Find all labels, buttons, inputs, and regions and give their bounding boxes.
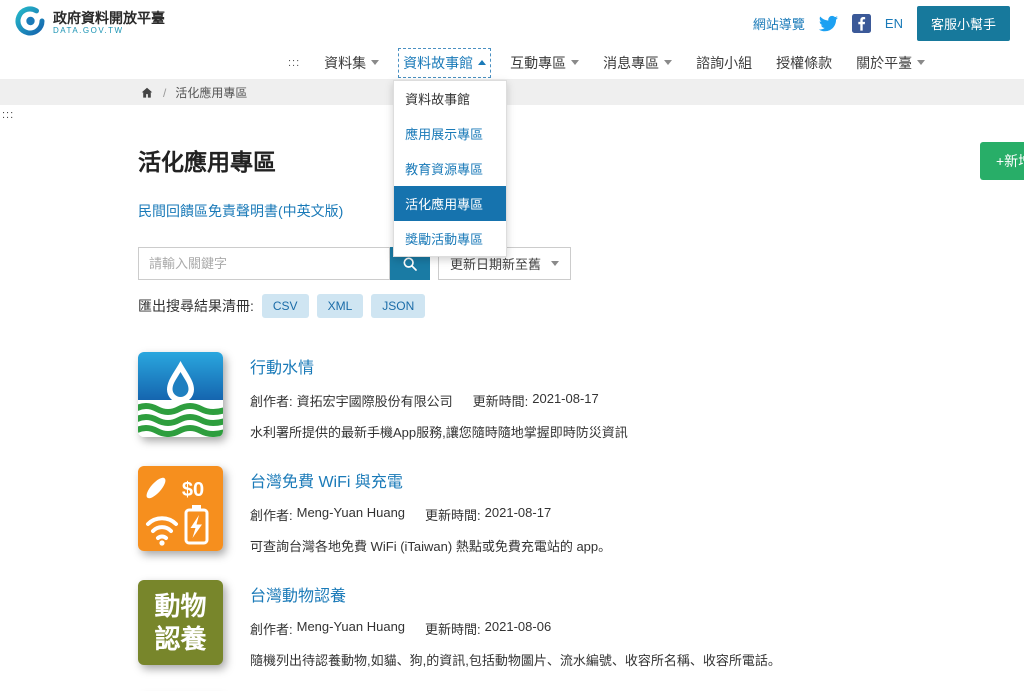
export-csv-button[interactable]: CSV	[261, 294, 309, 318]
site-logo[interactable]: 政府資料開放平臺 DATA.GOV.TW	[14, 5, 165, 42]
export-json-button[interactable]: JSON	[371, 294, 426, 318]
chevron-down-icon	[571, 60, 580, 65]
main-nav: ::: 資料集 資料故事館 資料故事館 應用展示專區 教育資源專區 活化應用專區…	[0, 46, 1024, 257]
data-stories-dropdown: 資料故事館 應用展示專區 教育資源專區 活化應用專區 獎勵活動專區	[393, 79, 508, 257]
logo-subtitle: DATA.GOV.TW	[53, 26, 124, 36]
nav-item-advisory[interactable]: 諮詢小組	[696, 53, 752, 73]
chevron-down-icon	[664, 60, 673, 65]
dropdown-item-education[interactable]: 教育資源專區	[394, 151, 506, 186]
app-description: 水利署所提供的最新手機App服務,讓您隨時隨地掌握即時防災資訊	[250, 425, 628, 440]
nav-item-news[interactable]: 消息專區	[603, 53, 673, 73]
app-meta: 創作者: Meng-Yuan Huang 更新時間: 2021-08-06	[250, 619, 552, 637]
export-xml-button[interactable]: XML	[316, 294, 364, 318]
export-label: 匯出搜尋結果清冊:	[138, 298, 254, 314]
nav-item-datasets[interactable]: 資料集	[324, 53, 380, 73]
app-description: 隨機列出待認養動物,如貓、狗,的資訊,包括動物圖片、流水編號、收容所名稱、收容所…	[250, 653, 781, 668]
dropdown-item-rewards[interactable]: 獎勵活動專區	[394, 221, 506, 256]
facebook-icon[interactable]	[851, 13, 871, 33]
app-list: 行動水情 創作者: 資拓宏宇國際股份有限公司 更新時間: 2021-08-17 水利…	[138, 352, 1024, 691]
breadcrumb: / 活化應用專區	[0, 80, 1024, 105]
water-drop-app-icon[interactable]	[138, 352, 223, 437]
search-input[interactable]	[138, 247, 390, 280]
main-content: 活化應用專區 民間回饋區免責聲明書(中英文版) 更新日期新至舊 匯出搜尋結果清冊…	[0, 143, 1024, 691]
logo-swirl-icon	[14, 5, 46, 42]
app-meta: 創作者: 資拓宏宇國際股份有限公司 更新時間: 2021-08-17	[250, 391, 599, 409]
free-wifi-app-icon[interactable]: $0	[138, 466, 223, 551]
twitter-icon[interactable]	[818, 14, 838, 33]
logo-title: 政府資料開放平臺	[53, 10, 165, 27]
animal-adoption-app-icon[interactable]: 動物 認養	[138, 580, 223, 665]
nav-item-license[interactable]: 授權條款	[776, 53, 832, 73]
content-accessibility-anchor[interactable]: :::	[2, 109, 14, 121]
app-meta: 創作者: Meng-Yuan Huang 更新時間: 2021-08-17	[250, 505, 552, 523]
breadcrumb-current: 活化應用專區	[175, 86, 248, 100]
disclaimer-link[interactable]: 民間回饋區免責聲明書(中英文版)	[138, 201, 343, 221]
app-title-link[interactable]: 台灣免費 WiFi 與充電	[250, 468, 403, 492]
svg-text:$0: $0	[182, 479, 204, 501]
site-header: 政府資料開放平臺 DATA.GOV.TW 網站導覽 EN 客服小幫手	[0, 0, 1024, 46]
support-button[interactable]: 客服小幫手	[916, 5, 1010, 41]
list-item: 行動水情 創作者: 資拓宏宇國際股份有限公司 更新時間: 2021-08-17 水利…	[138, 352, 1024, 441]
nav-accessibility-anchor[interactable]: :::	[288, 57, 300, 69]
app-title-link[interactable]: 台灣動物認養	[250, 582, 346, 606]
search-bar: 更新日期新至舊	[138, 247, 1024, 280]
chevron-up-icon	[478, 60, 487, 65]
language-switch[interactable]: EN	[885, 16, 903, 31]
sitemap-link[interactable]: 網站導覽	[753, 14, 805, 33]
nav-item-about[interactable]: 關於平臺	[856, 53, 926, 73]
nav-item-data-stories[interactable]: 資料故事館 資料故事館 應用展示專區 教育資源專區 活化應用專區 獎勵活動專區	[393, 47, 508, 257]
chevron-down-icon	[917, 60, 926, 65]
dropdown-item-activation[interactable]: 活化應用專區	[394, 185, 507, 221]
home-icon[interactable]	[140, 86, 154, 100]
list-item: 動物 認養 台灣動物認養 創作者: Meng-Yuan Huang 更新時間: 20…	[138, 580, 1024, 669]
app-title-link[interactable]: 行動水情	[250, 354, 314, 378]
chevron-down-icon	[371, 60, 380, 65]
chevron-down-icon	[551, 261, 560, 266]
app-description: 可查詢台灣各地免費 WiFi (iTaiwan) 熱點或免費充電站的 app。	[250, 539, 612, 554]
page-title: 活化應用專區	[138, 149, 276, 175]
add-button[interactable]: +新增	[980, 142, 1024, 180]
search-icon	[403, 257, 417, 271]
list-item: $0 台灣免費 WiFi 與充電 創作者: Meng-Yuan Huang 更新…	[138, 466, 1024, 555]
dropdown-item-app-showcase[interactable]: 應用展示專區	[394, 116, 506, 151]
dropdown-item-data-stories[interactable]: 資料故事館	[394, 81, 506, 116]
nav-item-interactive[interactable]: 互動專區	[510, 53, 580, 73]
export-row: 匯出搜尋結果清冊: CSV XML JSON	[138, 294, 1024, 318]
